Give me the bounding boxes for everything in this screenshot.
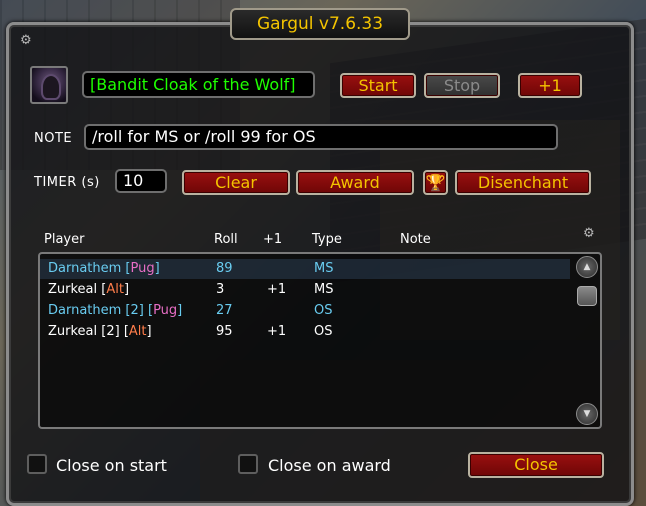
start-button[interactable]: Start bbox=[340, 73, 416, 98]
header-type[interactable]: Type bbox=[312, 232, 342, 247]
trophy-icon: 🏆 bbox=[425, 173, 446, 192]
roll-type: OS bbox=[314, 303, 333, 318]
timer-input[interactable]: 10 bbox=[115, 169, 167, 193]
roll-value: 27 bbox=[216, 303, 233, 318]
close-on-start-label: Close on start bbox=[56, 456, 167, 475]
roll-value: 89 bbox=[216, 261, 233, 276]
trophy-button[interactable]: 🏆 bbox=[423, 170, 448, 195]
header-roll[interactable]: Roll bbox=[214, 232, 238, 247]
disenchant-button[interactable]: Disenchant bbox=[455, 170, 591, 195]
plus-one-value: +1 bbox=[267, 324, 287, 339]
cloak-icon[interactable] bbox=[30, 66, 68, 104]
header-note[interactable]: Note bbox=[400, 232, 431, 247]
header-player[interactable]: Player bbox=[44, 232, 84, 247]
roll-value: 3 bbox=[216, 282, 225, 297]
player-name: Darnathem [2] [Pug] bbox=[48, 303, 183, 318]
plus-one-button[interactable]: +1 bbox=[518, 73, 582, 98]
close-on-start-checkbox[interactable] bbox=[27, 454, 47, 474]
stop-button[interactable]: Stop bbox=[424, 73, 500, 98]
window-title: Gargul v7.6.33 bbox=[230, 8, 410, 40]
scroll-down-icon[interactable]: ▼ bbox=[576, 403, 598, 425]
note-input[interactable]: /roll for MS or /roll 99 for OS bbox=[84, 124, 558, 150]
plus-one-value: +1 bbox=[267, 282, 287, 297]
table-row[interactable]: Zurkeal [2] [Alt] 95 +1 OS bbox=[40, 322, 570, 342]
award-button[interactable]: Award bbox=[296, 170, 414, 195]
table-row[interactable]: Zurkeal [Alt] 3 +1 MS bbox=[40, 280, 570, 300]
table-row[interactable]: Darnathem [2] [Pug] 27 OS bbox=[40, 301, 570, 321]
timer-label: TIMER (s) bbox=[34, 175, 100, 190]
player-name: Zurkeal [2] [Alt] bbox=[48, 324, 152, 339]
player-name: Darnathem [Pug] bbox=[48, 261, 160, 276]
note-label: NOTE bbox=[34, 131, 73, 146]
roll-type: MS bbox=[314, 282, 334, 297]
roll-type: MS bbox=[314, 261, 334, 276]
player-name: Zurkeal [Alt] bbox=[48, 282, 130, 297]
scroll-thumb[interactable] bbox=[577, 286, 597, 306]
table-row[interactable]: Darnathem [Pug] 89 MS bbox=[40, 259, 570, 279]
close-button[interactable]: Close bbox=[468, 452, 604, 478]
roll-list: Darnathem [Pug] 89 MS Zurkeal [Alt] 3 +1… bbox=[38, 252, 602, 429]
scroll-up-icon[interactable]: ▲ bbox=[576, 256, 598, 278]
close-on-award-label: Close on award bbox=[268, 456, 391, 475]
roll-type: OS bbox=[314, 324, 333, 339]
clear-button[interactable]: Clear bbox=[182, 170, 290, 195]
scrollbar[interactable]: ▲ ▼ bbox=[576, 256, 598, 425]
close-on-award-checkbox[interactable] bbox=[238, 454, 258, 474]
roll-value: 95 bbox=[216, 324, 233, 339]
header-plus-one[interactable]: +1 bbox=[263, 232, 282, 247]
gear-icon[interactable]: ⚙ bbox=[20, 33, 32, 48]
gear-icon[interactable]: ⚙ bbox=[583, 226, 595, 241]
item-link-field[interactable]: [Bandit Cloak of the Wolf] bbox=[82, 71, 315, 98]
